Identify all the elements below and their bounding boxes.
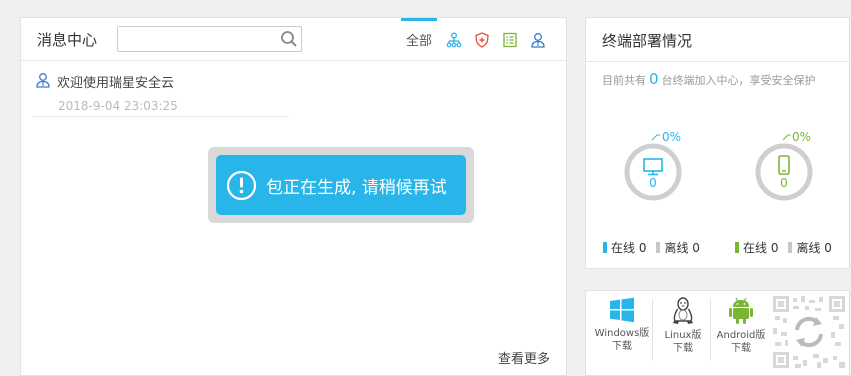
qr-code-refresh[interactable] [773, 296, 845, 368]
terminal-count: 0 [649, 70, 659, 88]
summary-prefix: 目前共有 [602, 74, 646, 87]
offline-swatch [656, 242, 661, 253]
pc-count: 0 [649, 176, 657, 190]
search-box[interactable] [117, 26, 302, 52]
linux-label-line1: Linux版 [664, 330, 702, 341]
message-time: 2018-9-04 23:03:25 [58, 99, 178, 113]
pc-offline: 离线 0 [664, 241, 700, 255]
message-item[interactable]: 欢迎使用瑞星安全云 2018-9-04 23:03:25 [33, 71, 289, 117]
windows-label-line1: Windows版 [594, 328, 650, 339]
qr-code-icon [773, 296, 845, 368]
summary-suffix: 台终端加入中心，享受安全保护 [661, 74, 816, 87]
monitor-icon [643, 158, 663, 176]
filter-user[interactable] [530, 18, 546, 61]
mobile-legend: 在线 0 离线 0 [735, 239, 832, 256]
android-label-line1: Android版 [716, 330, 766, 341]
android-icon [729, 297, 753, 324]
mobile-online: 在线 0 [743, 241, 779, 255]
linux-download-label: Linux版 下载 [658, 329, 708, 355]
android-download-button[interactable]: Android版 下载 [713, 297, 769, 367]
pc-gauge-ring [624, 134, 682, 201]
windows-download-button[interactable]: Windows版 下载 [592, 297, 652, 367]
windows-icon [610, 297, 634, 323]
message-text: 欢迎使用瑞星安全云 [57, 76, 175, 91]
toast-message: 包正在生成, 请稍候再试 [266, 178, 447, 198]
refresh-icon [795, 316, 823, 348]
network-icon [446, 32, 462, 47]
filter-network[interactable] [446, 18, 462, 61]
user-icon [36, 73, 50, 88]
mobile-percent: 0% [792, 130, 812, 144]
view-more-link[interactable]: 查看更多 [498, 348, 550, 367]
terminal-deploy-panel: 终端部署情况 目前共有 0 台终端加入中心，享受安全保护 0% 0 0% 0 在… [585, 17, 850, 269]
online-swatch [735, 242, 739, 253]
message-filter-bar: 全部 [392, 18, 546, 61]
message-center-title: 消息中心 [37, 31, 98, 49]
mobile-gauge-ring [755, 134, 813, 201]
pc-online: 在线 0 [611, 241, 647, 255]
offline-swatch [788, 242, 793, 253]
divider [710, 299, 711, 361]
deploy-title: 终端部署情况 [602, 32, 693, 50]
pc-percent: 0% [662, 130, 682, 144]
mobile-count: 0 [780, 176, 788, 190]
android-download-label: Android版 下载 [713, 329, 769, 355]
client-download-panel: Windows版 下载 Linux版 下载 Android版 下载 [585, 290, 850, 376]
pc-legend: 在线 0 离线 0 [603, 239, 700, 256]
loading-toast: 包正在生成, 请稍候再试 [208, 147, 474, 223]
android-label-line2: 下载 [731, 343, 751, 354]
user-icon [531, 32, 545, 48]
linux-download-button[interactable]: Linux版 下载 [658, 297, 708, 367]
filter-security[interactable] [474, 18, 490, 61]
linux-icon [673, 297, 693, 324]
toast-body: 包正在生成, 请稍候再试 [216, 155, 466, 215]
search-input[interactable] [122, 30, 272, 48]
search-icon[interactable] [280, 30, 298, 48]
online-swatch [603, 242, 607, 253]
tab-all-label: 全部 [405, 34, 432, 49]
filter-report[interactable] [502, 18, 518, 61]
divider [652, 299, 653, 361]
mobile-offline: 离线 0 [796, 241, 832, 255]
windows-download-label: Windows版 下载 [592, 327, 652, 353]
phone-icon [778, 155, 790, 175]
message-center-header: 消息中心 全部 [21, 18, 566, 61]
tab-all[interactable]: 全部 [400, 18, 438, 61]
list-icon [503, 32, 517, 47]
exclamation-icon [226, 170, 257, 201]
linux-label-line2: 下载 [673, 343, 693, 354]
divider [586, 61, 849, 62]
deploy-summary: 目前共有 0 台终端加入中心，享受安全保护 [602, 70, 816, 88]
pc-gauge: 0% 0 [608, 126, 698, 206]
windows-label-line2: 下载 [612, 341, 632, 352]
mobile-gauge: 0% 0 [739, 126, 829, 206]
shield-icon [475, 31, 489, 48]
